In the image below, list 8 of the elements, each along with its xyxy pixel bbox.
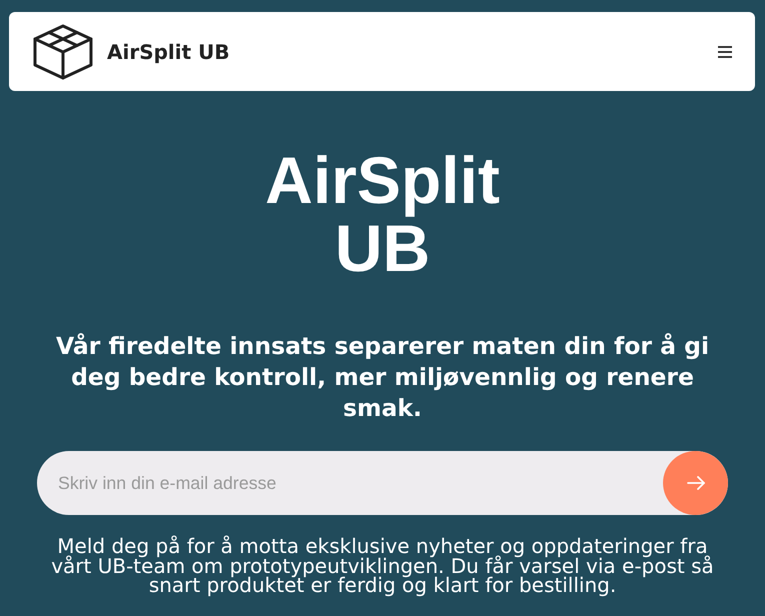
signup-note: Meld deg på for å motta eksklusive nyheter og oppdateringer fra vårt UB-team om prototypeutviklingen. Du får varsel via e-post så snart produktet er ferdig og klart for bestilling. — [50, 537, 715, 596]
brand-name: AirSplit UB — [107, 40, 230, 64]
menu-button[interactable] — [717, 44, 733, 58]
hero-subtitle: Vår firedelte innsats separerer maten din for å gi deg bedre kontroll, mer miljøvennlig og renere smak. — [54, 331, 710, 424]
cube-icon — [33, 24, 93, 80]
arrow-right-icon — [686, 476, 704, 490]
menu-icon — [718, 46, 732, 58]
hero-title: AirSplit UB — [264, 146, 501, 282]
